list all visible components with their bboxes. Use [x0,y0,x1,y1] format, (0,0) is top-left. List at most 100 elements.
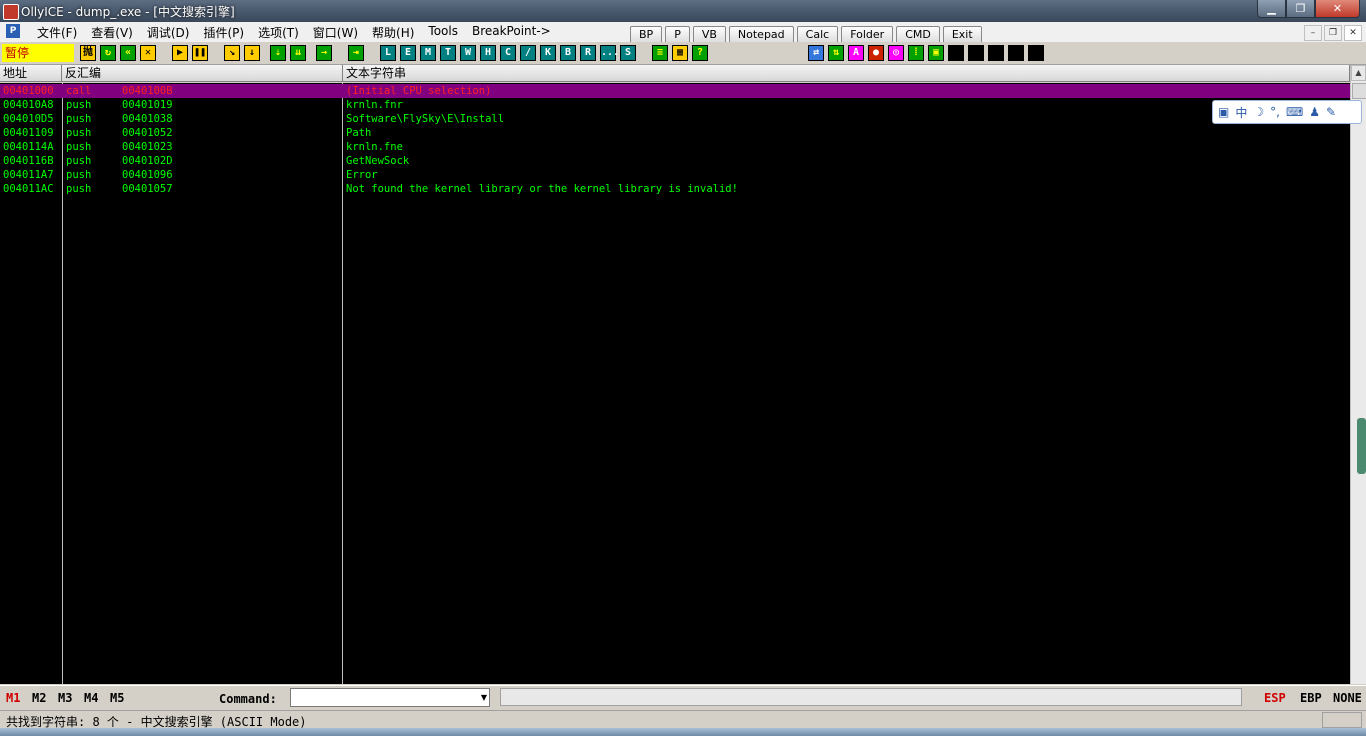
maximize-button[interactable]: ❐ [1286,0,1315,18]
menu-item[interactable]: Tools [421,24,465,41]
chevron-down-icon[interactable]: ▼ [481,693,487,702]
window-button[interactable]: K [540,45,556,61]
register-button[interactable]: NONE [1333,691,1362,705]
step-into-icon[interactable]: ↘ [224,45,240,61]
keyboard-icon[interactable]: ⌨ [1286,105,1303,119]
trace-over-icon[interactable]: ⇊ [290,45,306,61]
close-program-icon[interactable]: ✕ [140,45,156,61]
mdi-minimize-button[interactable]: – [1304,25,1322,41]
row-operand: 0040102D [122,155,173,167]
punctuation-icon[interactable]: °, [1270,105,1280,119]
blank-icon[interactable] [988,45,1004,61]
scroll-up-icon[interactable]: ▲ [1351,65,1366,81]
table-row[interactable]: 0040114A push 00401023 krnln.fne [0,140,1350,154]
minimize-button[interactable]: ▁ [1257,0,1286,18]
column-address[interactable]: 地址 [0,65,62,82]
open-icon[interactable]: 抛 [80,45,96,61]
memory-tab[interactable]: M2 [32,691,46,705]
row-address: 00401000 [3,85,54,97]
window-button[interactable]: E [400,45,416,61]
target-icon[interactable]: ◎ [888,45,904,61]
blank-icon[interactable] [1028,45,1044,61]
window-button[interactable]: T [440,45,456,61]
column-disassembly[interactable]: 反汇编 [62,65,343,82]
row-opcode: call [66,85,92,97]
list-icon[interactable]: ≡ [652,45,668,61]
memory-tab[interactable]: M1 [6,691,20,705]
row-operand: 00401057 [122,183,173,195]
run-icon[interactable]: ▶ [172,45,188,61]
window-button[interactable]: C [500,45,516,61]
row-address: 00401109 [3,127,54,139]
table-row[interactable]: 004011A7 push 00401096 Error [0,168,1350,182]
vertical-scrollbar[interactable]: ▲ [1350,65,1366,684]
table-row[interactable]: 004010A8 push 00401019 krnln.fnr [0,98,1350,112]
step-over-icon[interactable]: ↓ [244,45,260,61]
column-text-string[interactable]: 文本字符串 [343,65,1350,82]
window-button[interactable]: B [560,45,576,61]
monitor-icon[interactable]: ▣ [928,45,944,61]
menu-item[interactable]: 帮助(H) [365,24,421,41]
memory-tab[interactable]: M5 [110,691,124,705]
blank-icon[interactable] [968,45,984,61]
table-row[interactable]: 00401109 push 00401052 Path [0,126,1350,140]
window-button[interactable]: S [620,45,636,61]
updown-icon[interactable]: ⇅ [828,45,844,61]
mdi-window-icon[interactable]: P [6,24,20,38]
wrench-icon[interactable]: ✎ [1326,105,1336,119]
close-button[interactable]: ✕ [1315,0,1360,18]
row-text: (Initial CPU selection) [346,85,492,97]
window-button[interactable]: R [580,45,596,61]
menu-item[interactable]: 选项(T) [251,24,306,41]
side-grip[interactable] [1357,418,1366,474]
moon-icon[interactable]: ☽ [1253,105,1264,119]
restart-icon[interactable]: ↻ [100,45,116,61]
goto-icon[interactable]: ⇥ [348,45,364,61]
trace-into-icon[interactable]: ⇣ [270,45,286,61]
menu-item[interactable]: BreakPoint-> [465,24,558,41]
register-button[interactable]: ESP [1264,691,1286,705]
mdi-restore-button[interactable]: ❐ [1324,25,1342,41]
row-text: GetNewSock [346,155,410,167]
memory-tab[interactable]: M4 [84,691,98,705]
font-icon[interactable]: A [848,45,864,61]
table-row[interactable]: 004011AC push 00401057 Not found the kernel… [0,182,1350,196]
window-button[interactable]: L [380,45,396,61]
menu-item[interactable]: 插件(P) [196,24,251,41]
menu-item[interactable]: 调试(D) [140,24,197,41]
menu-item[interactable]: 文件(F) [30,24,84,41]
table-row[interactable]: 004010D5 push 00401038 Software\FlySky\E\In… [0,112,1350,126]
menu-item[interactable]: 查看(V) [84,24,140,41]
menu-item[interactable]: 窗口(W) [306,24,365,41]
help-icon[interactable]: ? [692,45,708,61]
execute-till-return-icon[interactable]: → [316,45,332,61]
user-icon[interactable]: ♟ [1309,105,1320,119]
pause-icon[interactable]: ❚❚ [192,45,208,61]
window-button[interactable]: W [460,45,476,61]
table-row[interactable]: 0040116B push 0040102D GetNewSock [0,154,1350,168]
window-button[interactable]: ... [600,45,619,61]
binary-icon[interactable]: ⁞ [908,45,924,61]
refresh-icon[interactable]: ⇄ [808,45,824,61]
status-bar: 共找到字符串: 8 个 - 中文搜索引擎 (ASCII Mode) [0,710,1366,729]
row-address: 004010D5 [3,113,54,125]
string-results-table[interactable]: 00401000 call 0040100B (Initial CPU selecti… [0,83,1350,684]
blank-icon[interactable] [1008,45,1024,61]
command-input[interactable]: ▼ [290,688,490,707]
memory-tab[interactable]: M3 [58,691,72,705]
ime-logo-icon[interactable]: ▣ [1218,105,1229,119]
row-opcode: push [66,155,92,167]
record-icon[interactable]: ● [868,45,884,61]
grid-icon[interactable]: ▦ [672,45,688,61]
rewind-icon[interactable]: « [120,45,136,61]
window-button[interactable]: / [520,45,536,61]
register-button[interactable]: EBP [1300,691,1322,705]
window-button[interactable]: H [480,45,496,61]
blank-icon[interactable] [948,45,964,61]
row-text: Not found the kernel library or the kern… [346,183,738,195]
ime-language[interactable]: 中 [1235,104,1247,121]
scroll-thumb[interactable] [1352,83,1366,99]
window-button[interactable]: M [420,45,436,61]
table-row[interactable]: 00401000 call 0040100B (Initial CPU selecti… [0,84,1350,98]
mdi-close-button[interactable]: ✕ [1344,25,1362,41]
